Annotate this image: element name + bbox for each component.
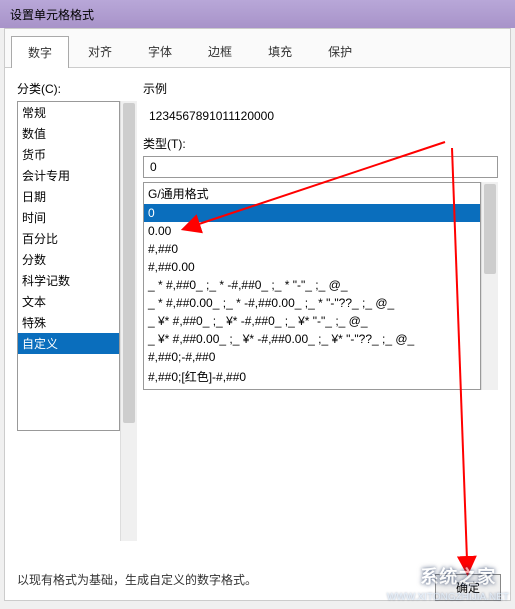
scrollbar[interactable]: [120, 101, 137, 541]
tab-2[interactable]: 字体: [131, 35, 189, 67]
dialog-title-bar: 设置单元格格式: [0, 0, 515, 28]
category-item[interactable]: 货币: [18, 144, 119, 165]
format-listbox[interactable]: G/通用格式00.00#,##0#,##0.00_ * #,##0_ ;_ * …: [143, 182, 481, 390]
format-item[interactable]: #,##0: [144, 240, 480, 258]
tab-3[interactable]: 边框: [191, 35, 249, 67]
hint-text: 以现有格式为基础，生成自定义的数字格式。: [17, 571, 498, 588]
format-item[interactable]: #,##0.00;-#,##0.00: [144, 387, 480, 390]
tab-4[interactable]: 填充: [251, 35, 309, 67]
format-item[interactable]: #,##0;[红色]-#,##0: [144, 366, 480, 387]
category-item[interactable]: 文本: [18, 291, 119, 312]
tabs-row: 数字对齐字体边框填充保护: [5, 29, 510, 68]
format-item[interactable]: G/通用格式: [144, 183, 480, 204]
dialog-title: 设置单元格格式: [10, 8, 94, 22]
format-item[interactable]: _ * #,##0_ ;_ * -#,##0_ ;_ * "-"_ ;_ @_: [144, 276, 480, 294]
scrollbar-thumb[interactable]: [123, 103, 135, 423]
category-item[interactable]: 分数: [18, 249, 119, 270]
category-item[interactable]: 会计专用: [18, 165, 119, 186]
scrollbar[interactable]: [481, 182, 498, 390]
format-item[interactable]: _ ¥* #,##0_ ;_ ¥* -#,##0_ ;_ ¥* "-"_ ;_ …: [144, 312, 480, 330]
category-item[interactable]: 时间: [18, 207, 119, 228]
category-item[interactable]: 百分比: [18, 228, 119, 249]
example-value: 1234567891011120000: [143, 101, 498, 135]
format-item[interactable]: 0.00: [144, 222, 480, 240]
category-item[interactable]: 常规: [18, 102, 119, 123]
format-item[interactable]: 0: [144, 204, 480, 222]
main-row: 分类(C): 常规数值货币会计专用日期时间百分比分数科学记数文本特殊自定义 示例…: [17, 80, 498, 541]
category-item[interactable]: 自定义: [18, 333, 119, 354]
button-row: 确定: [435, 574, 501, 601]
category-item[interactable]: 特殊: [18, 312, 119, 333]
tab-1[interactable]: 对齐: [71, 35, 129, 67]
category-item[interactable]: 数值: [18, 123, 119, 144]
format-item[interactable]: #,##0;-#,##0: [144, 348, 480, 366]
ok-button[interactable]: 确定: [435, 574, 501, 601]
dialog-body: 数字对齐字体边框填充保护 分类(C): 常规数值货币会计专用日期时间百分比分数科…: [4, 28, 511, 601]
category-column: 分类(C): 常规数值货币会计专用日期时间百分比分数科学记数文本特殊自定义: [17, 80, 137, 541]
example-label: 示例: [143, 80, 498, 97]
category-label: 分类(C):: [17, 80, 137, 97]
category-item[interactable]: 日期: [18, 186, 119, 207]
type-label: 类型(T):: [143, 135, 498, 152]
tab-content: 分类(C): 常规数值货币会计专用日期时间百分比分数科学记数文本特殊自定义 示例…: [5, 68, 510, 600]
tab-0[interactable]: 数字: [11, 36, 69, 68]
format-item[interactable]: _ ¥* #,##0.00_ ;_ ¥* -#,##0.00_ ;_ ¥* "-…: [144, 330, 480, 348]
category-listbox[interactable]: 常规数值货币会计专用日期时间百分比分数科学记数文本特殊自定义: [17, 101, 120, 431]
format-item[interactable]: #,##0.00: [144, 258, 480, 276]
type-input[interactable]: [143, 156, 498, 178]
tab-5[interactable]: 保护: [311, 35, 369, 67]
format-item[interactable]: _ * #,##0.00_ ;_ * -#,##0.00_ ;_ * "-"??…: [144, 294, 480, 312]
scrollbar-thumb[interactable]: [484, 184, 496, 274]
right-column: 示例 1234567891011120000 类型(T): G/通用格式00.0…: [143, 80, 498, 541]
category-item[interactable]: 科学记数: [18, 270, 119, 291]
